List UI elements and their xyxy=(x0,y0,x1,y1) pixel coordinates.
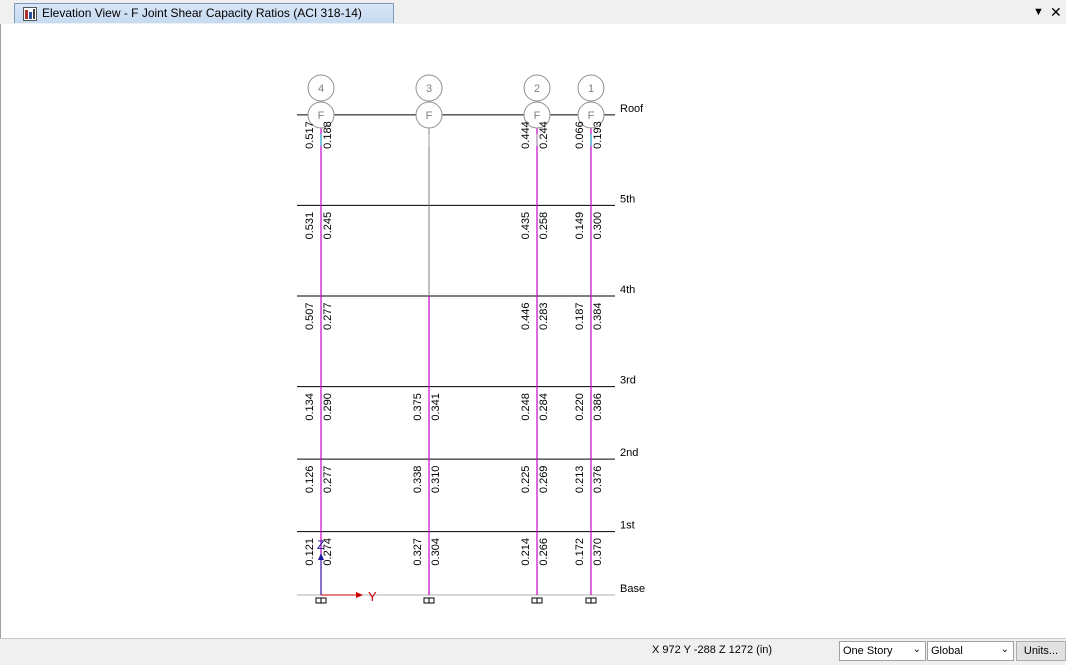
axis-y-arrow-icon xyxy=(356,592,363,598)
ratio-4th-col2-right: 0.283 xyxy=(538,302,550,330)
ratio-1st-col1-left: 0.172 xyxy=(574,538,586,566)
grid-bubble-label-4: 4 xyxy=(318,83,324,95)
ratio-3rd-col2-left: 0.248 xyxy=(520,393,532,421)
ratio-3rd-col2-right: 0.284 xyxy=(538,393,550,421)
ratio-2nd-col4-left: 0.126 xyxy=(304,466,316,494)
chevron-down-icon: ⌄ xyxy=(1000,644,1009,655)
ratio-4th-col4-left: 0.507 xyxy=(304,302,316,330)
etabs-window-icon xyxy=(23,7,37,21)
ratio-2nd-col3-right: 0.310 xyxy=(430,466,442,494)
ratio-roof-col2-right: 0.244 xyxy=(538,121,550,149)
grid-bubble-letter-label-1: F xyxy=(588,110,595,122)
tab-title: Elevation View - F Joint Shear Capacity … xyxy=(42,6,362,20)
ratio-1st-col3-right: 0.304 xyxy=(430,538,442,566)
ratio-2nd-col3-left: 0.338 xyxy=(412,466,424,494)
title-bar: Elevation View - F Joint Shear Capacity … xyxy=(0,0,1066,25)
ratio-5th-col1-left: 0.149 xyxy=(574,212,586,240)
chevron-down-icon[interactable]: ▼ xyxy=(1033,4,1044,20)
ratio-4th-col1-right: 0.384 xyxy=(592,302,604,330)
axis-y-label: Y xyxy=(368,589,377,604)
story-label-5th: 5th xyxy=(620,193,635,205)
ratio-roof-col4-right: 0.188 xyxy=(322,121,334,149)
ratio-roof-col4-left: 0.517 xyxy=(304,121,316,149)
ratio-3rd-col4-left: 0.134 xyxy=(304,393,316,421)
chevron-down-icon: ⌄ xyxy=(912,644,921,655)
grid-bubble-label-2: 2 xyxy=(534,83,540,95)
grid-bubble-letter-label-4: F xyxy=(318,110,325,122)
ratio-1st-col3-left: 0.327 xyxy=(412,538,424,566)
close-icon[interactable]: ✕ xyxy=(1050,4,1062,20)
ratio-1st-col1-right: 0.370 xyxy=(592,538,604,566)
axis-z-label: Z xyxy=(317,538,324,552)
ratio-3rd-col3-right: 0.341 xyxy=(430,393,442,421)
ratio-4th-col2-left: 0.446 xyxy=(520,302,532,330)
ratio-3rd-col1-right: 0.386 xyxy=(592,393,604,421)
coord-system-value: Global xyxy=(931,645,963,657)
story-selector[interactable]: One Story ⌄ xyxy=(839,641,926,661)
status-bar: X 972 Y -288 Z 1272 (in) One Story ⌄ Glo… xyxy=(0,638,1066,665)
ratio-1st-col2-left: 0.214 xyxy=(520,538,532,566)
story-selector-value: One Story xyxy=(843,645,893,657)
story-label-base: Base xyxy=(620,583,645,595)
story-label-roof: Roof xyxy=(620,103,644,115)
elevation-drawing[interactable]: Roof5th4th3rd2nd1stBase4F3F2F1F0.517 0.18… xyxy=(1,24,1065,638)
elevation-canvas[interactable]: Roof 5th 4th 3rd 2nd 1st Base 4 F 3 F 2 F 1 F 0.517 0.18… xyxy=(0,24,1066,638)
ratio-roof-col1-left: 0.066 xyxy=(574,121,586,149)
coordinate-readout: X 972 Y -288 Z 1272 (in) xyxy=(652,644,773,656)
units-button[interactable]: Units... xyxy=(1016,641,1066,661)
grid-bubble-letter-label-3: F xyxy=(426,110,433,122)
grid-bubble-label-3: 3 xyxy=(426,83,432,95)
grid-bubble-letter-label-2: F xyxy=(534,110,541,122)
story-label-4th: 4th xyxy=(620,284,635,296)
ratio-2nd-col1-left: 0.213 xyxy=(574,466,586,494)
ratio-1st-col2-right: 0.266 xyxy=(538,538,550,566)
ratio-3rd-col1-left: 0.220 xyxy=(574,393,586,421)
ratio-roof-col1-right: 0.193 xyxy=(592,121,604,149)
ratio-5th-col4-right: 0.245 xyxy=(322,212,334,240)
ratio-5th-col2-right: 0.258 xyxy=(538,212,550,240)
ratio-4th-col1-left: 0.187 xyxy=(574,302,586,330)
ratio-2nd-col4-right: 0.277 xyxy=(322,466,334,494)
coord-system-selector[interactable]: Global ⌄ xyxy=(927,641,1014,661)
story-label-2nd: 2nd xyxy=(620,447,638,459)
ratio-5th-col4-left: 0.531 xyxy=(304,212,316,240)
ratio-2nd-col2-left: 0.225 xyxy=(520,466,532,494)
grid-bubble-label-1: 1 xyxy=(588,83,594,95)
ratio-2nd-col2-right: 0.269 xyxy=(538,466,550,494)
elevation-view-tab[interactable]: Elevation View - F Joint Shear Capacity … xyxy=(14,3,394,23)
ratio-roof-col2-left: 0.444 xyxy=(520,121,532,149)
story-label-1st: 1st xyxy=(620,520,635,532)
ratio-5th-col2-left: 0.435 xyxy=(520,212,532,240)
ratio-3rd-col3-left: 0.375 xyxy=(412,393,424,421)
ratio-5th-col1-right: 0.300 xyxy=(592,212,604,240)
ratio-3rd-col4-right: 0.290 xyxy=(322,393,334,421)
ratio-1st-col4-left: 0.121 xyxy=(304,538,316,566)
ratio-4th-col4-right: 0.277 xyxy=(322,302,334,330)
ratio-2nd-col1-right: 0.376 xyxy=(592,466,604,494)
story-label-3rd: 3rd xyxy=(620,375,636,387)
